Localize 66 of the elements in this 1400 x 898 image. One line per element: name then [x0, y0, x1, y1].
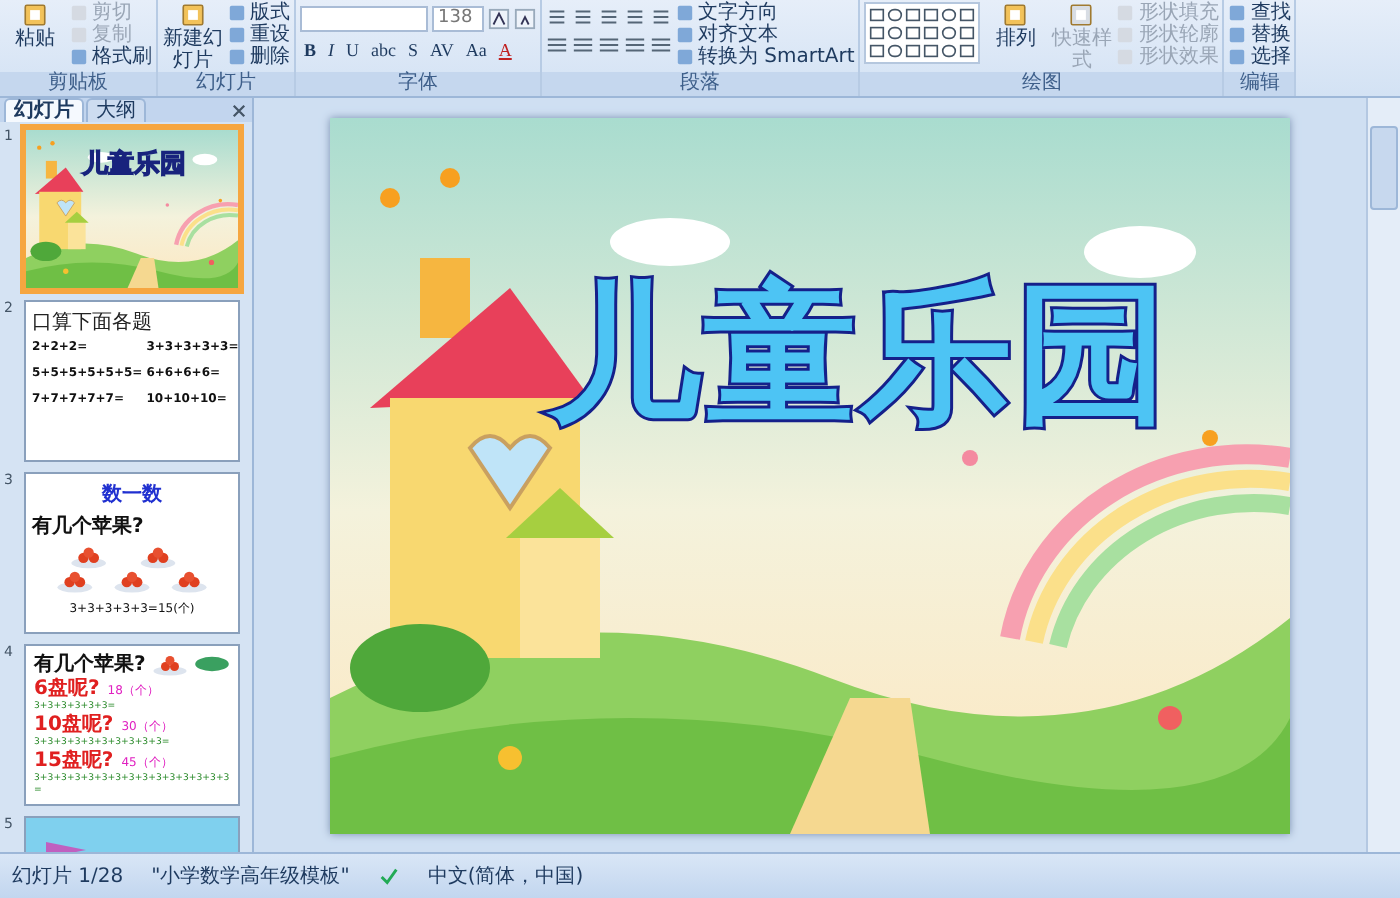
- slide-counter: 幻灯片 1/28: [12, 863, 124, 890]
- ribbon-small-button[interactable]: 选择: [1228, 46, 1291, 68]
- format-button[interactable]: Aa: [461, 38, 491, 62]
- grow-font-icon[interactable]: [488, 8, 510, 30]
- ribbon-group-label: 绘图: [860, 72, 1223, 96]
- format-button[interactable]: I: [324, 38, 339, 62]
- format-button[interactable]: U: [342, 38, 364, 62]
- format-button[interactable]: abc: [367, 38, 401, 62]
- panel-tab[interactable]: 幻灯片: [4, 98, 84, 122]
- thumbnail-label: 15盘呢?: [34, 750, 114, 772]
- ribbon-small-button[interactable]: 转换为 SmartArt: [676, 46, 855, 68]
- thumbnail-question: 有几个苹果?: [34, 651, 146, 677]
- font-name-field[interactable]: [300, 6, 428, 32]
- ribbon-small-button[interactable]: 重设: [228, 24, 290, 46]
- apple-plate-drawing: [151, 653, 188, 675]
- ribbon-small-button[interactable]: 格式刷: [70, 46, 152, 68]
- thumbnail-question: 有几个苹果?: [32, 513, 146, 540]
- ribbon-group-label: 幻灯片: [158, 72, 294, 96]
- format-button[interactable]: AV: [426, 38, 458, 62]
- list-icon[interactable]: [624, 6, 646, 28]
- close-button[interactable]: [228, 100, 248, 120]
- format-button[interactable]: S: [404, 38, 423, 62]
- button-icon: [22, 2, 48, 28]
- list-icon[interactable]: [650, 6, 672, 28]
- align-icon[interactable]: [650, 34, 672, 56]
- ribbon-small-button[interactable]: 替换: [1228, 24, 1291, 46]
- format-button[interactable]: B: [300, 38, 321, 62]
- list-icon[interactable]: [572, 6, 594, 28]
- ribbon-small-button[interactable]: 文字方向: [676, 2, 855, 24]
- slide-title: 儿童乐园: [547, 262, 1172, 446]
- slide-thumbnail[interactable]: 儿童乐园: [20, 124, 244, 294]
- speech-bubble-drawing: [194, 654, 230, 674]
- list-icon[interactable]: [546, 6, 568, 28]
- panel-tab[interactable]: 大纲: [86, 98, 146, 122]
- list-icon[interactable]: [598, 6, 620, 28]
- thumbnail-heading: 口算下面各题: [32, 310, 154, 336]
- ribbon-small-button[interactable]: 版式: [228, 2, 290, 24]
- ribbon-small-button[interactable]: 对齐文本: [676, 24, 855, 46]
- button-icon: [1002, 2, 1029, 28]
- align-icon[interactable]: [546, 34, 568, 56]
- ribbon-small-button[interactable]: 查找: [1228, 2, 1291, 24]
- shrink-font-icon[interactable]: [514, 8, 536, 30]
- thumbnail-heading: 数一数: [99, 481, 164, 508]
- button-icon: [1068, 2, 1095, 28]
- thumbnail-title: 儿童乐园: [82, 147, 186, 182]
- button-icon: [180, 2, 206, 28]
- theme-name: "小学数学高年级模板": [151, 863, 350, 890]
- ribbon-small-button[interactable]: 删除: [228, 46, 290, 68]
- ribbon-large-button[interactable]: 排列: [984, 2, 1047, 50]
- align-icon[interactable]: [624, 34, 646, 56]
- shapes-gallery[interactable]: [864, 2, 981, 64]
- font-size-field[interactable]: 138: [432, 6, 484, 32]
- format-button[interactable]: A: [494, 38, 516, 62]
- ribbon-group-label: 编辑: [1224, 72, 1295, 96]
- ribbon-large-button[interactable]: 粘贴: [4, 2, 66, 50]
- ribbon-group-label: 字体: [296, 72, 540, 96]
- vertical-scrollbar[interactable]: [1366, 98, 1400, 852]
- ribbon-group-label: 段落: [542, 72, 859, 96]
- align-icon[interactable]: [572, 34, 594, 56]
- spell-check-icon[interactable]: [377, 865, 400, 887]
- ribbon-group-label: 剪贴板: [0, 72, 156, 96]
- align-icon[interactable]: [598, 34, 620, 56]
- ribbon-large-button[interactable]: 新建幻灯片: [162, 2, 224, 72]
- thumbnail-label: 10盘呢?: [34, 714, 114, 736]
- language-indicator: 中文(简体，中国): [427, 863, 584, 890]
- thumbnail-label: 6盘呢?: [34, 678, 100, 700]
